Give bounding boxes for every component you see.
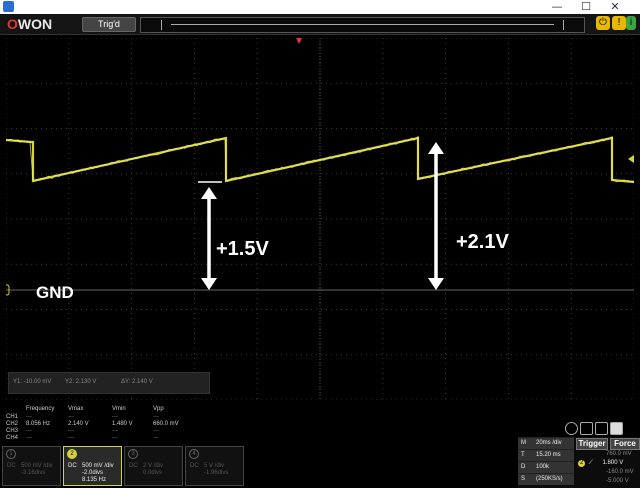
channel-1-box[interactable]: 1 DC 500 mV /div -3.16divs: [2, 446, 61, 486]
measure-cell: 1.480 V: [112, 421, 133, 427]
measure-cell: ---: [153, 428, 159, 434]
measure-header: Vpp: [153, 406, 164, 412]
force-button[interactable]: Force: [610, 438, 640, 450]
measure-cell: ---: [112, 428, 118, 434]
close-button[interactable]: ✕: [604, 0, 626, 14]
left-voltage-arrow: [201, 187, 217, 290]
channel-offset: -3.16divs: [21, 470, 46, 476]
measure-cell: 660.0 mV: [153, 421, 179, 427]
graticule-grid: [6, 38, 634, 400]
trigger-level-bottom: -5.000 V: [606, 478, 629, 484]
measure-cell: 2.140 V: [68, 421, 89, 427]
measure-cell: ---: [153, 414, 159, 420]
timebase-row-d[interactable]: D 100k: [518, 461, 574, 473]
measure-cell: CH3: [6, 428, 19, 434]
title-bar: — ☐ ✕: [0, 0, 640, 14]
measure-cell: ---: [26, 428, 32, 434]
channel-number: 4: [189, 449, 199, 459]
print-icon[interactable]: [595, 422, 608, 435]
measure-cell: ---: [112, 414, 118, 420]
measure-cell: ---: [26, 435, 32, 441]
channel-coupling: DC: [129, 463, 138, 469]
trigger-level-marker: [628, 155, 634, 163]
measure-cell: ---: [153, 435, 159, 441]
timebase-row-t[interactable]: T 15.20 ms: [518, 449, 574, 461]
left-voltage-label: +1.5V: [216, 238, 269, 260]
trigger-button[interactable]: Trigger: [576, 438, 608, 450]
measure-header: Frequency: [26, 406, 55, 412]
measure-cell: 8.056 Hz: [26, 421, 51, 427]
channel-coupling: DC: [68, 463, 77, 469]
channel-offset: 0.0divs: [143, 470, 163, 476]
channel-number: 1: [6, 449, 16, 459]
ground-label: GND: [36, 283, 74, 302]
cursor-y2: Y2: 2.130 V: [65, 379, 97, 385]
channel-scale: 5 V /div: [204, 463, 225, 469]
timebase-row-m[interactable]: M 20ms /div: [518, 437, 574, 449]
channel-scale: 500 mV /div: [82, 463, 114, 469]
channel-coupling: DC: [190, 463, 199, 469]
trigger-status-badge: Trig'd: [82, 17, 136, 32]
measure-cell: ---: [68, 414, 74, 420]
cursor-readout: Y1: -10.00 mV Y2: 2.130 V ΔY: 2.140 V: [8, 372, 210, 394]
measure-header: Vmin: [112, 406, 126, 412]
trigger-level-row[interactable]: 2 ⟋ 1.800 V: [578, 460, 623, 467]
timebase-row-s[interactable]: S (250KS/s): [518, 473, 574, 485]
settings-icon[interactable]: [610, 422, 623, 435]
channel-number: 3: [128, 449, 138, 459]
channel-number: 2: [67, 449, 77, 459]
channel-3-box[interactable]: 3 DC 2 V /div 0.0divs: [124, 446, 183, 486]
channel-scale: 500 mV /div: [21, 463, 53, 469]
channel-offset: -2.0divs: [82, 470, 104, 476]
measure-cell: ---: [26, 414, 32, 420]
save-icon[interactable]: [580, 422, 593, 435]
measure-cell: ---: [68, 435, 74, 441]
cursor-delta-y: ΔY: 2.140 V: [121, 379, 153, 385]
memory-timeline[interactable]: [140, 17, 585, 33]
trigger-level-top: 760.0 mV: [606, 451, 632, 457]
right-voltage-arrow: [428, 142, 444, 290]
channel-scale: 2 V /div: [143, 463, 164, 469]
brand-logo: OWON: [7, 16, 53, 32]
measure-cell: ---: [68, 428, 74, 434]
trigger-level-mid: -160.0 mV: [606, 469, 634, 475]
power-icon[interactable]: ⏻: [596, 16, 610, 30]
channel-frequency: 8.135 Hz: [82, 477, 107, 483]
measure-cell: CH1: [6, 414, 19, 420]
zoom-icon[interactable]: [565, 422, 578, 435]
channel-coupling: DC: [7, 463, 16, 469]
toolbar: OWON Trig'd ⏻ ! i: [0, 14, 640, 35]
measure-header: Vmax: [68, 406, 84, 412]
trigger-position-marker: [296, 38, 302, 44]
channel-offset: -1.96divs: [204, 470, 229, 476]
minimize-button[interactable]: —: [546, 0, 568, 14]
measure-cell: ---: [112, 435, 118, 441]
measure-cell: CH4: [6, 435, 19, 441]
waveform-display[interactable]: +1.5V +2.1V GND: [6, 38, 634, 400]
measure-cell: CH2: [6, 421, 19, 427]
channel-2-box[interactable]: 2 DC 500 mV /div -2.0divs 8.135 Hz: [63, 446, 122, 486]
maximize-button[interactable]: ☐: [575, 0, 597, 14]
channel-4-box[interactable]: 4 DC 5 V /div -1.96divs: [185, 446, 244, 486]
warning-icon[interactable]: !: [612, 16, 626, 30]
right-voltage-label: +2.1V: [456, 231, 509, 253]
cursor-y1: Y1: -10.00 mV: [13, 379, 52, 385]
info-icon[interactable]: i: [626, 16, 636, 30]
app-logo-icon: [3, 1, 14, 12]
